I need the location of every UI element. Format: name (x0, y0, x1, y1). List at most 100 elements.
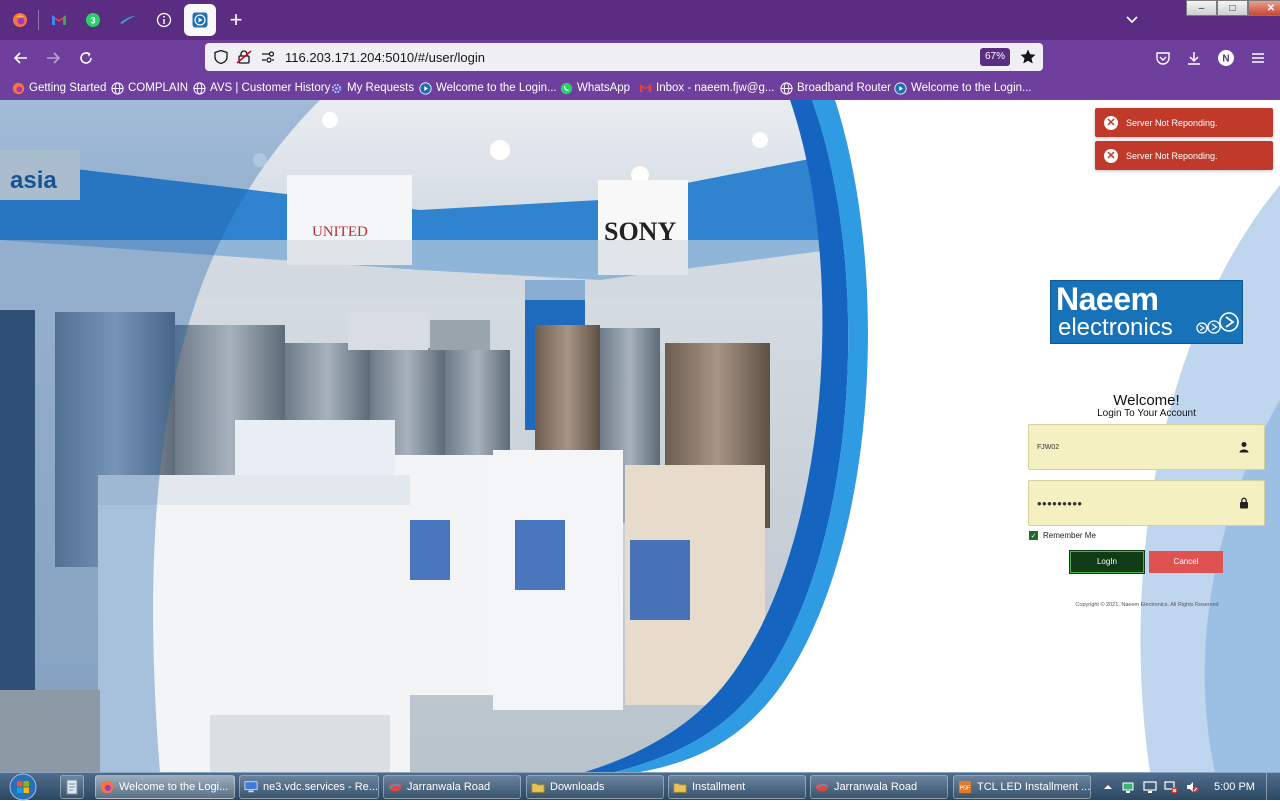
monitor-icon (1143, 781, 1157, 793)
system-tray (1100, 777, 1205, 797)
login-page: asia UNITED SONY ✕ Server Not Reponding.… (0, 100, 1280, 772)
gear-icon (331, 83, 341, 93)
welcome-heading: Welcome! (1113, 392, 1180, 409)
globe-icon (110, 81, 124, 95)
gmail-icon (52, 15, 66, 25)
taskbar-item-label: ne3.vdc.services - Re... (263, 781, 378, 793)
taskbar-item-label: Welcome to the Logi... (119, 781, 229, 793)
tray-volume-icon[interactable] (1184, 780, 1200, 794)
taskbar-item-remote-desktop[interactable]: ne3.vdc.services - Re... (239, 775, 379, 799)
pocket-icon (1156, 52, 1170, 65)
forward-button[interactable] (41, 46, 65, 70)
minimize-button[interactable]: – (1186, 0, 1217, 16)
taskbar-item-jarranwala-1[interactable]: Jarranwala Road (383, 775, 521, 799)
network-icon (1122, 782, 1134, 793)
permissions-icon[interactable] (261, 50, 275, 64)
tab-swoosh[interactable] (112, 4, 144, 36)
logo-line2: electronics (1058, 314, 1173, 341)
swoosh-icon (120, 16, 136, 24)
bookmark-getting-started[interactable]: Getting Started (11, 80, 106, 96)
bookmark-welcome-login-1[interactable]: Welcome to the Login... (418, 80, 557, 96)
password-input[interactable] (1037, 493, 1227, 513)
firefox-icon (100, 780, 114, 794)
cancel-button[interactable]: Cancel (1149, 551, 1223, 573)
firefox-icon (13, 13, 27, 27)
tray-network-error-icon[interactable] (1163, 780, 1179, 794)
taskbar-item-jarranwala-2[interactable]: Jarranwala Road (810, 775, 948, 799)
reload-icon (80, 52, 92, 64)
taskbar-pinned-app[interactable] (60, 775, 84, 799)
menu-button[interactable] (1246, 46, 1270, 70)
taskbar-item-installment[interactable]: Installment (668, 775, 806, 799)
lock-icon (1240, 497, 1248, 509)
username-input[interactable] (1037, 437, 1227, 457)
bookmark-label: My Requests (347, 82, 415, 94)
tray-monitor-icon[interactable] (1142, 780, 1158, 794)
firefox-icon (12, 82, 24, 94)
error-toast[interactable]: ✕ Server Not Reponding. (1095, 141, 1273, 170)
list-all-tabs-button[interactable] (1122, 10, 1142, 30)
taskbar-item-label: Installment (692, 781, 746, 793)
globe-icon (779, 81, 793, 95)
shield-icon[interactable] (213, 49, 229, 65)
globe-icon (192, 81, 206, 95)
show-desktop-button[interactable] (1266, 773, 1280, 801)
tab-info[interactable] (148, 4, 180, 36)
bookmark-inbox[interactable]: Inbox - naeem.fjw@g... (638, 80, 774, 96)
bookmark-welcome-login-2[interactable]: Welcome to the Login... (893, 80, 1032, 96)
tab-login-active[interactable] (184, 4, 216, 36)
show-hidden-icons-button[interactable] (1100, 780, 1116, 794)
remember-me-label: Remember Me (1043, 531, 1096, 540)
error-toast[interactable]: ✕ Server Not Reponding. (1095, 108, 1273, 137)
pocket-button[interactable] (1151, 46, 1175, 70)
close-window-button[interactable]: ✕ (1248, 0, 1280, 16)
login-button[interactable]: LogIn (1070, 551, 1144, 573)
bookmark-label: AVS | Customer History (210, 82, 331, 94)
bookmark-label: Getting Started (29, 82, 107, 94)
bookmark-star-icon[interactable] (1019, 48, 1037, 66)
tab-gmail[interactable] (43, 4, 75, 36)
toast-message: Server Not Reponding. (1126, 117, 1218, 128)
start-button[interactable] (4, 773, 42, 801)
arrow-right-icon (47, 52, 61, 64)
zoom-level-badge[interactable]: 67% (980, 48, 1010, 66)
taskbar-item-downloads[interactable]: Downloads (526, 775, 664, 799)
password-field[interactable] (1028, 480, 1265, 526)
windows-orb-icon (9, 773, 37, 801)
bookmark-broadband-router[interactable]: Broadband Router (779, 80, 891, 96)
remote-desktop-icon (244, 781, 258, 793)
chevron-down-icon (1126, 16, 1138, 24)
tab-firefox-view[interactable] (4, 4, 36, 36)
taskbar-clock[interactable]: 5:00 PM (1214, 781, 1255, 793)
hamburger-icon (1252, 53, 1264, 63)
downloads-button[interactable] (1182, 46, 1206, 70)
tab-strip: 3 + – □ ✕ (0, 0, 1280, 40)
reload-button[interactable] (74, 46, 98, 70)
new-tab-button[interactable]: + (222, 6, 250, 34)
user-icon (1239, 442, 1249, 453)
back-button[interactable] (9, 46, 33, 70)
play-icon (192, 12, 208, 28)
taskbar-item-pdf[interactable]: PDF TCL LED Installment ... (953, 775, 1091, 799)
url-bar[interactable]: 116.203.171.204:5010/#/user/login 67% (205, 43, 1043, 71)
url-text[interactable]: 116.203.171.204:5010/#/user/login (285, 50, 485, 65)
document-icon (66, 779, 78, 795)
remember-me-checkbox[interactable]: ✓ (1029, 531, 1038, 540)
bookmark-label: COMPLAIN (128, 82, 189, 94)
bookmark-whatsapp[interactable]: WhatsApp (559, 80, 630, 96)
svg-text:3: 3 (90, 16, 95, 26)
insecure-lock-icon[interactable] (236, 49, 252, 65)
bookmark-avs-customer-history[interactable]: AVS | Customer History (192, 80, 330, 96)
volume-muted-icon (1187, 782, 1199, 793)
username-field[interactable] (1028, 424, 1265, 470)
logo-line1: Naeem (1056, 281, 1159, 317)
remember-me[interactable]: ✓ Remember Me (1029, 531, 1096, 540)
bookmark-my-requests[interactable]: My Requests (329, 80, 414, 96)
bookmark-label: Welcome to the Login... (911, 82, 1032, 94)
taskbar-item-firefox[interactable]: Welcome to the Logi... (95, 775, 235, 799)
tray-app-icon[interactable] (1121, 780, 1137, 794)
maximize-button[interactable]: □ (1217, 0, 1248, 16)
bookmark-complain[interactable]: COMPLAIN (110, 80, 188, 96)
tab-whatsapp[interactable]: 3 (77, 4, 109, 36)
account-button[interactable]: N (1214, 46, 1238, 70)
